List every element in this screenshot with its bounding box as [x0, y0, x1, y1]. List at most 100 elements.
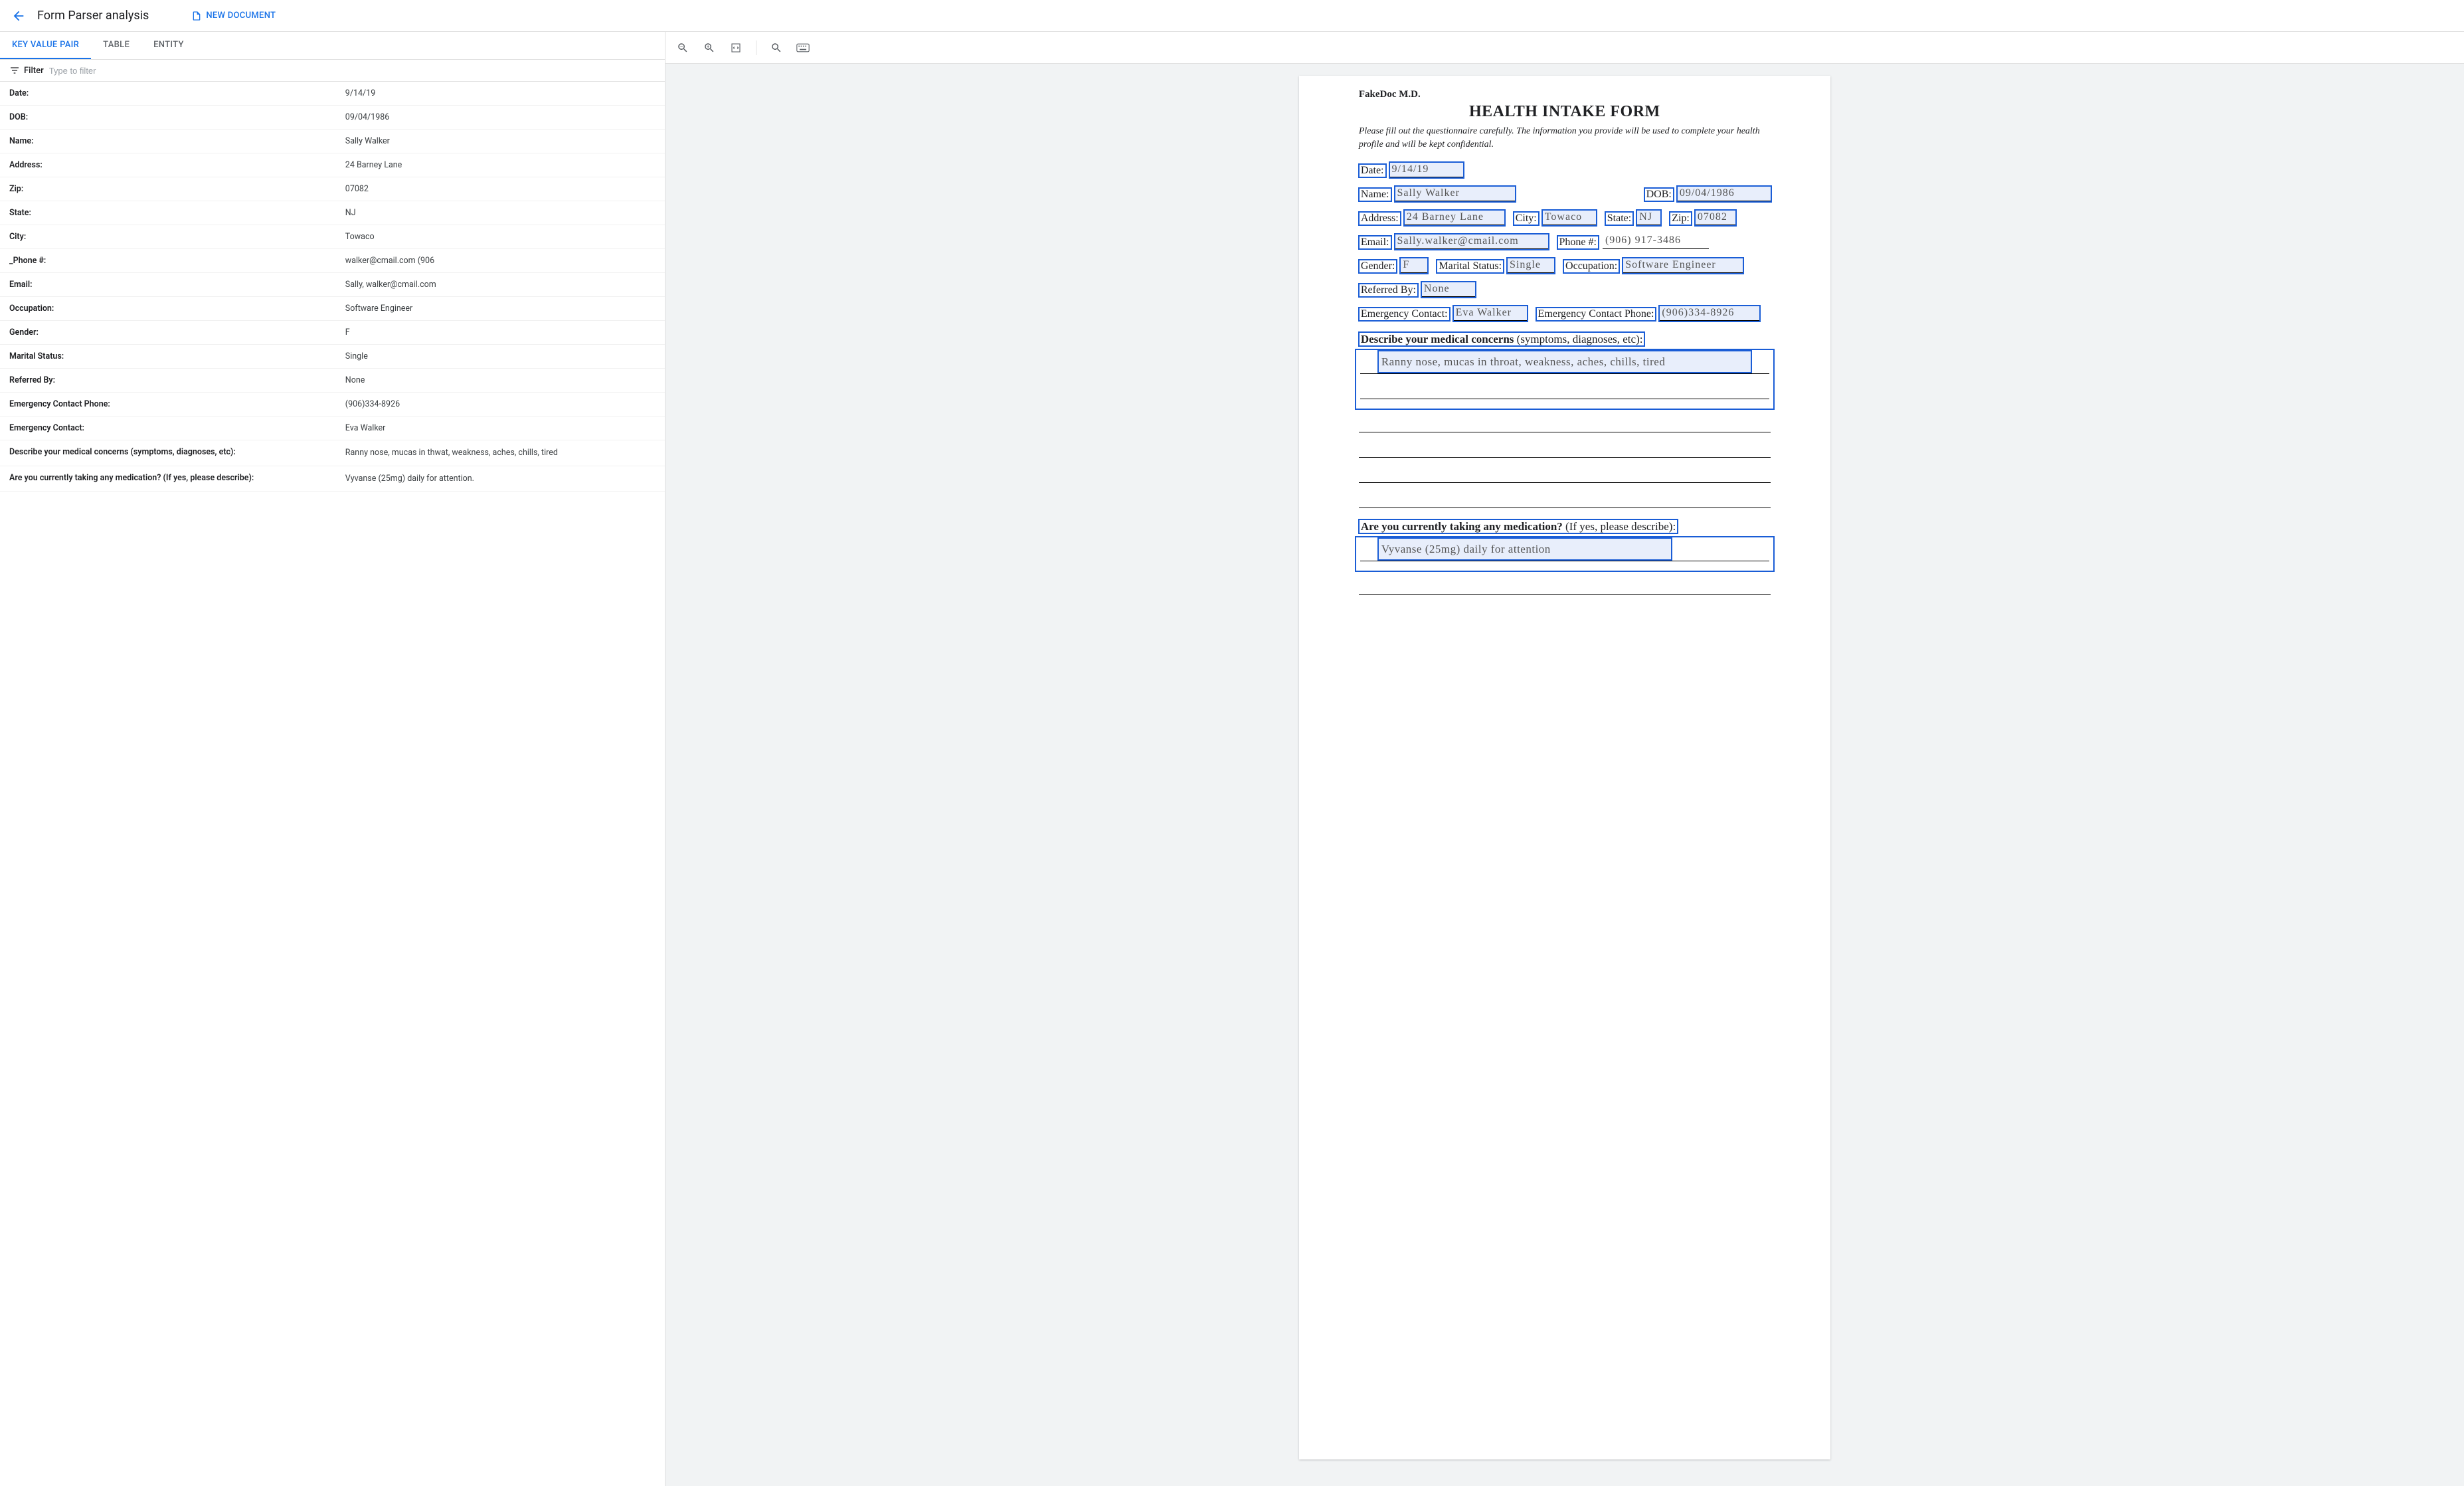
field-date-label: Date:: [1359, 164, 1386, 177]
doc-subtitle: Please fill out the questionnaire carefu…: [1359, 125, 1771, 151]
kv-key: Marital Status:: [9, 351, 345, 361]
zoom-out-icon: [677, 42, 689, 54]
kv-key: _Phone #:: [9, 256, 345, 266]
tab-entity[interactable]: ENTITY: [141, 32, 196, 59]
filter-bar: Filter: [0, 60, 665, 82]
kv-value: Towaco: [345, 232, 656, 242]
field-ec-label: Emergency Contact:: [1359, 308, 1450, 321]
back-button[interactable]: [11, 8, 27, 24]
filter-label: Filter: [9, 65, 44, 76]
kv-value: Ranny nose, mucas in thwat, weakness, ac…: [345, 447, 656, 459]
kv-row[interactable]: City:Towaco: [0, 225, 665, 249]
field-city-value: Towaco: [1543, 211, 1596, 225]
tab-table[interactable]: TABLE: [91, 32, 141, 59]
viewer-toolbar: [665, 32, 2464, 64]
field-occupation-label: Occupation:: [1563, 260, 1619, 273]
search-button[interactable]: [770, 41, 783, 54]
kv-key: Date:: [9, 88, 345, 98]
field-marital-label: Marital Status:: [1437, 260, 1504, 273]
field-phone-value: (906) 917-3486: [1603, 234, 1709, 249]
field-email-label: Email:: [1359, 236, 1391, 249]
kv-key: Email:: [9, 280, 345, 290]
kv-row[interactable]: Describe your medical concerns (symptoms…: [0, 440, 665, 466]
kv-row[interactable]: State:NJ: [0, 201, 665, 225]
kv-row[interactable]: Emergency Contact:Eva Walker: [0, 417, 665, 440]
kv-value: Sally Walker: [345, 136, 656, 146]
doc-title: HEALTH INTAKE FORM: [1359, 103, 1771, 121]
medication-label-bold: Are you currently taking any medication?: [1361, 520, 1563, 533]
kv-value: Single: [345, 351, 656, 361]
field-address-label: Address:: [1359, 212, 1401, 225]
field-ecp-label: Emergency Contact Phone:: [1536, 308, 1656, 321]
kv-value: 09/04/1986: [345, 112, 656, 122]
kv-row[interactable]: Marital Status:Single: [0, 345, 665, 369]
tab-key-value-pair[interactable]: KEY VALUE PAIR: [0, 32, 91, 59]
kv-list[interactable]: Date:9/14/19DOB:09/04/1986Name:Sally Wal…: [0, 82, 665, 1486]
kv-key: Occupation:: [9, 304, 345, 314]
concerns-value: Ranny nose, mucas in throat, weakness, a…: [1379, 351, 1751, 372]
kv-key: Are you currently taking any medication?…: [9, 473, 345, 485]
field-name-value: Sally Walker: [1395, 187, 1515, 201]
filter-input[interactable]: [49, 66, 656, 76]
keyboard-icon: [796, 43, 810, 52]
field-occupation-value: Software Engineer: [1623, 258, 1743, 273]
kv-row[interactable]: Occupation:Software Engineer: [0, 297, 665, 321]
search-icon: [770, 42, 782, 54]
zoom-out-button[interactable]: [676, 41, 689, 54]
concerns-label-bold: Describe your medical concerns: [1361, 333, 1514, 345]
kv-value: 24 Barney Lane: [345, 160, 656, 170]
kv-row[interactable]: Date:9/14/19: [0, 82, 665, 106]
kv-key: Referred By:: [9, 375, 345, 385]
new-document-button[interactable]: NEW DOCUMENT: [191, 11, 276, 21]
section-medication-header: Are you currently taking any medication?…: [1359, 520, 1771, 533]
concerns-block: Ranny nose, mucas in throat, weakness, a…: [1359, 353, 1771, 406]
kv-row[interactable]: Gender:F: [0, 321, 665, 345]
kv-row[interactable]: Email:Sally, walker@cmail.com: [0, 273, 665, 297]
kv-key: DOB:: [9, 112, 345, 122]
kv-value: Software Engineer: [345, 304, 656, 314]
medication-value: Vyvanse (25mg) daily for attention: [1379, 539, 1671, 559]
field-referred-label: Referred By:: [1359, 284, 1418, 297]
tabs: KEY VALUE PAIR TABLE ENTITY: [0, 32, 665, 60]
kv-row[interactable]: Are you currently taking any medication?…: [0, 466, 665, 492]
kv-key: Name:: [9, 136, 345, 146]
zoom-in-button[interactable]: [703, 41, 716, 54]
field-gender-value: F: [1401, 258, 1427, 273]
fit-button[interactable]: [729, 41, 743, 54]
concerns-label-rest: (symptoms, diagnoses, etc):: [1514, 333, 1642, 345]
document-viewer[interactable]: FakeDoc M.D. HEALTH INTAKE FORM Please f…: [665, 64, 2464, 1486]
field-address-value: 24 Barney Lane: [1405, 211, 1504, 225]
keyboard-button[interactable]: [796, 41, 810, 54]
medication-label-rest: (If yes, please describe):: [1563, 520, 1676, 533]
field-ecp-value: (906)334-8926: [1660, 306, 1759, 321]
kv-row[interactable]: Zip:07082: [0, 177, 665, 201]
kv-value: Eva Walker: [345, 423, 656, 433]
left-panel: KEY VALUE PAIR TABLE ENTITY Filter Date:…: [0, 32, 665, 1486]
kv-key: State:: [9, 208, 345, 218]
kv-value: walker@cmail.com (906: [345, 256, 656, 266]
filter-icon: [9, 65, 20, 76]
field-city-label: City:: [1514, 212, 1539, 225]
kv-row[interactable]: _Phone #:walker@cmail.com (906: [0, 249, 665, 273]
field-dob-label: DOB:: [1644, 188, 1674, 201]
kv-row[interactable]: Address:24 Barney Lane: [0, 153, 665, 177]
kv-row[interactable]: Emergency Contact Phone:(906)334-8926: [0, 393, 665, 417]
field-state-value: NJ: [1637, 211, 1660, 225]
new-document-label: NEW DOCUMENT: [206, 11, 276, 21]
kv-value: None: [345, 375, 656, 385]
section-concerns-header: Describe your medical concerns (symptoms…: [1359, 333, 1771, 346]
kv-value: 9/14/19: [345, 88, 656, 98]
kv-row[interactable]: DOB:09/04/1986: [0, 106, 665, 130]
field-phone-label: Phone #:: [1557, 236, 1599, 249]
kv-key: Zip:: [9, 184, 345, 194]
medication-block: Vyvanse (25mg) daily for attention: [1359, 540, 1771, 568]
kv-key: Emergency Contact Phone:: [9, 399, 345, 409]
kv-value: 07082: [345, 184, 656, 194]
kv-row[interactable]: Referred By:None: [0, 369, 665, 393]
kv-key: City:: [9, 232, 345, 242]
kv-value: Vyvanse (25mg) daily for attention.: [345, 473, 656, 485]
kv-row[interactable]: Name:Sally Walker: [0, 130, 665, 153]
field-referred-value: None: [1422, 282, 1475, 297]
kv-key: Emergency Contact:: [9, 423, 345, 433]
arrow-back-icon: [11, 9, 26, 23]
